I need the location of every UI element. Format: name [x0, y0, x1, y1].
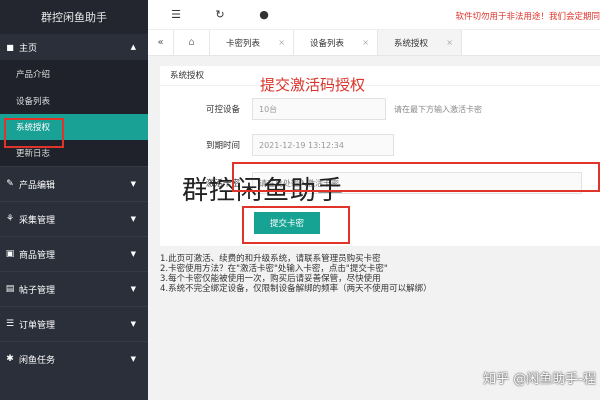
refresh-icon[interactable]: ↻ [198, 8, 242, 21]
sidebar-section-label: 商品管理 [19, 250, 56, 261]
tab-card-list[interactable]: 卡密列表 × [210, 30, 294, 55]
devices-hint: 请在最下方输入激活卡密 [394, 104, 482, 114]
footer-watermark: 知乎 @闲鱼助手-程 [483, 372, 596, 387]
tab-bar: « ⌂ 卡密列表 × 设备列表 × 系统授权 × [148, 30, 600, 56]
annotation-title: 提交激活码授权 [260, 76, 366, 94]
expire-row: 到期时间 2021-12-19 13:12:34 [160, 134, 394, 156]
instruction-line: 1.此页可激活、续费的和升级系统，请联系管理员购买卡密 [160, 254, 381, 264]
task-icon: ✱ [6, 354, 14, 364]
instructions: 1.此页可激活、续费的和升级系统，请联系管理员购买卡密 2.卡密使用方法？在"激… [160, 254, 432, 294]
post-icon: ▤ [5, 284, 15, 294]
top-bar: ☰ ↻ ● 软件切勿用于非法用途！我们会定期同 [148, 0, 600, 30]
chevron-down-icon: ▼ [130, 285, 136, 293]
tab-scroll-left-button[interactable]: « [148, 30, 174, 55]
auth-panel: 系统授权 提交激活码授权 可控设备 10台 请在最下方输入激活卡密 到期时间 2… [160, 66, 600, 246]
chevron-down-icon: ▼ [130, 180, 136, 188]
chevron-down-icon: ▼ [130, 215, 136, 223]
sidebar-section-label: 产品编辑 [19, 180, 56, 191]
tab-label: 设备列表 [310, 38, 345, 49]
sidebar-section-label: 帖子管理 [19, 285, 56, 296]
app-title: 群控闲鱼助手 [0, 0, 148, 34]
sidebar-section-collect[interactable]: ⚘ 采集管理 ▼ [0, 201, 148, 236]
sidebar-section-label: 闲鱼任务 [19, 355, 56, 366]
sidebar-group-home[interactable]: ■ 主页 ▲ [0, 34, 148, 60]
sidebar-section-label: 订单管理 [19, 320, 56, 331]
highlight-box-submit [242, 206, 350, 244]
instruction-line: 3.每个卡密仅能被使用一次，购买后请妥善保管，尽快使用 [160, 274, 381, 284]
sidebar-section-label: 采集管理 [19, 215, 56, 226]
devices-label: 可控设备 [205, 105, 240, 115]
sidebar-section-orders[interactable]: ☰ 订单管理 ▼ [0, 306, 148, 341]
sidebar-item-device-list[interactable]: 设备列表 [0, 88, 148, 114]
panel-title: 系统授权 [160, 66, 600, 86]
collect-icon: ⚘ [5, 214, 15, 224]
order-icon: ☰ [5, 319, 15, 329]
instruction-line: 2.卡密使用方法？在"激活卡密"处输入卡密，点击"提交卡密" [160, 264, 388, 274]
warning-text: 软件切勿用于非法用途！我们会定期同 [455, 12, 600, 22]
tab-home[interactable]: ⌂ [174, 30, 210, 55]
sidebar-group-label: 主页 [19, 43, 38, 54]
goods-icon: ▣ [5, 249, 15, 259]
tab-label: 卡密列表 [226, 38, 261, 49]
edit-icon: ✎ [6, 179, 14, 189]
expire-field: 2021-12-19 13:12:34 [252, 134, 394, 156]
chevron-down-icon: ▼ [130, 320, 136, 328]
instruction-line: 4.系统不完全绑定设备，仅限制设备解绑的频率（两天不使用可以解绑） [160, 284, 432, 294]
main-content: 系统授权 提交激活码授权 可控设备 10台 请在最下方输入激活卡密 到期时间 2… [148, 56, 600, 400]
tab-device-list[interactable]: 设备列表 × [294, 30, 378, 55]
sidebar-section-product-edit[interactable]: ✎ 产品编辑 ▼ [0, 166, 148, 201]
chevron-down-icon: ▼ [130, 250, 136, 258]
close-icon[interactable]: × [362, 38, 369, 47]
sidebar-submenu: 产品介绍 设备列表 系统授权 更新日志 [0, 60, 148, 166]
sidebar-section-goods[interactable]: ▣ 商品管理 ▼ [0, 236, 148, 271]
chevron-down-icon: ▼ [130, 355, 136, 363]
sidebar-section-posts[interactable]: ▤ 帖子管理 ▼ [0, 271, 148, 306]
sidebar-section-tasks[interactable]: ✱ 闲鱼任务 ▼ [0, 341, 148, 376]
close-icon[interactable]: × [446, 38, 453, 47]
devices-field: 10台 [252, 98, 386, 120]
tab-system-auth[interactable]: 系统授权 × [378, 30, 462, 55]
devices-row: 可控设备 10台 请在最下方输入激活卡密 [160, 98, 482, 120]
expire-label: 到期时间 [205, 141, 240, 151]
highlight-box-card [232, 162, 600, 192]
home-icon: ■ [6, 42, 14, 52]
highlight-box-sidebar [4, 118, 64, 148]
chevron-up-icon: ▲ [130, 43, 136, 51]
close-icon[interactable]: × [278, 38, 285, 47]
sidebar: 群控闲鱼助手 ■ 主页 ▲ 产品介绍 设备列表 系统授权 更新日志 ✎ 产品编辑… [0, 0, 148, 400]
home-icon: ⌂ [188, 37, 195, 48]
tab-label: 系统授权 [394, 38, 429, 49]
sidebar-item-product-intro[interactable]: 产品介绍 [0, 60, 148, 88]
menu-icon[interactable]: ☰ [154, 8, 198, 21]
chat-icon[interactable]: ● [242, 8, 286, 21]
